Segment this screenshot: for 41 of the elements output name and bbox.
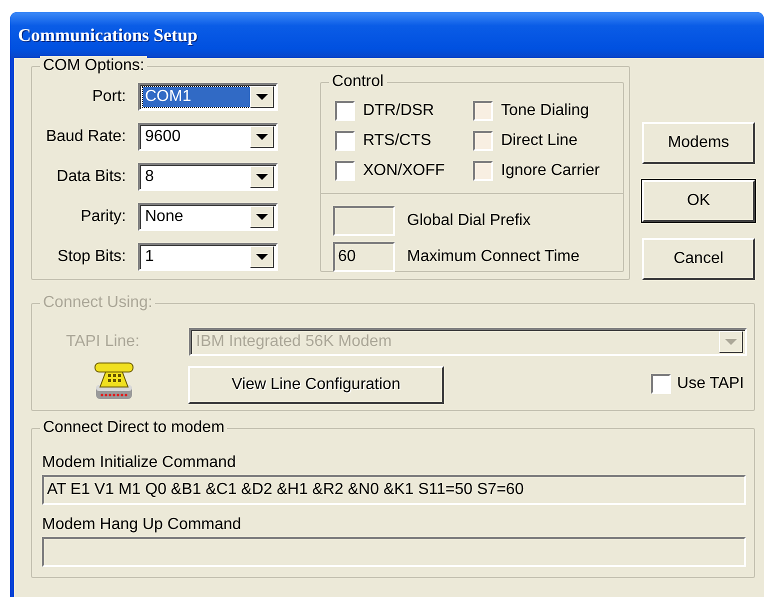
dialog-button[interactable]: Modems: [642, 122, 755, 164]
dropdown[interactable]: 1: [138, 243, 278, 271]
dropdown-value: None: [144, 207, 184, 227]
field-label: Modem Hang Up Command: [42, 515, 242, 535]
dropdown[interactable]: COM1: [138, 83, 278, 111]
group-title: Connect Using:: [40, 293, 156, 313]
dropdown-arrow-button[interactable]: [250, 166, 274, 188]
checkbox-label[interactable]: XON/XOFF: [363, 159, 445, 183]
dropdown-value: 8: [144, 167, 155, 187]
dropdown-arrow-button[interactable]: [250, 86, 274, 108]
field-label: Baud Rate:: [44, 127, 127, 147]
field-label: Global Dial Prefix: [407, 211, 531, 231]
dropdown[interactable]: 9600: [138, 123, 278, 151]
field-label: Port:: [91, 87, 127, 107]
dropdown-arrow-button[interactable]: [250, 246, 274, 268]
dropdown-value: COM1: [143, 87, 250, 107]
group-title: COM Options:: [40, 56, 148, 76]
field-label: Data Bits:: [56, 167, 127, 187]
checkbox-label[interactable]: DTR/DSR: [363, 99, 434, 123]
checkbox[interactable]: [335, 101, 355, 121]
dropdown-value: 9600: [144, 127, 182, 147]
checkbox[interactable]: [335, 131, 355, 151]
field-label: Maximum Connect Time: [407, 247, 580, 267]
dropdown-arrow-button[interactable]: [250, 126, 274, 148]
dropdown-arrow-button[interactable]: [250, 206, 274, 228]
checkbox[interactable]: [335, 161, 355, 181]
dialog-button[interactable]: OK: [642, 180, 755, 222]
field-label: TAPI Line:: [66, 332, 141, 352]
field-label: Stop Bits:: [56, 247, 127, 267]
text-field[interactable]: [42, 537, 746, 567]
text-field[interactable]: 60: [333, 242, 395, 272]
dropdown[interactable]: None: [138, 203, 278, 231]
field-label: Modem Initialize Command: [42, 453, 237, 473]
checkbox-label[interactable]: RTS/CTS: [363, 129, 432, 153]
text-field[interactable]: [333, 206, 395, 236]
field-label: Parity:: [80, 207, 127, 227]
dropdown[interactable]: 8: [138, 163, 278, 191]
window-title: Communications Setup: [18, 24, 198, 47]
dialog-button[interactable]: Cancel: [642, 238, 755, 280]
text-field[interactable]: AT E1 V1 M1 Q0 &B1 &C1 &D2 &H1 &R2 &N0 &K1 S11=50 S7=60: [42, 475, 746, 505]
dropdown-value: 1: [144, 247, 155, 267]
